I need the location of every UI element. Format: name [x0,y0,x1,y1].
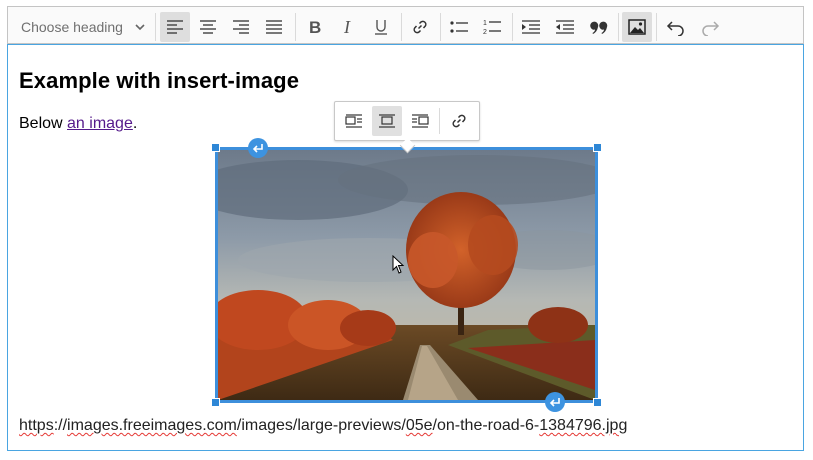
chevron-down-icon [133,20,147,37]
image-inline-center-button[interactable] [372,106,402,136]
paragraph-text: Below [19,115,68,132]
editor-toolbar: Choose heading B I 1 2 [7,6,804,44]
road-autumn-photo [218,150,595,400]
italic-button[interactable]: I [333,12,363,42]
svg-text:B: B [309,18,321,36]
align-center-button[interactable] [193,12,223,42]
link-icon [413,20,427,34]
enter-icon [549,398,560,407]
heading-dropdown-label: Choose heading [21,19,123,35]
image-wrap-right-button[interactable] [405,106,435,136]
underline-icon [375,20,387,35]
url-segment: 05e [405,417,433,434]
mouse-cursor-icon [392,255,405,274]
enter-icon [252,144,263,153]
undo-button[interactable] [661,12,691,42]
bold-button[interactable]: B [299,12,329,42]
wrap-left-icon [345,114,362,128]
resize-handle-top-left[interactable] [211,143,220,152]
align-left-icon [167,20,183,34]
svg-text:1: 1 [483,20,487,27]
paragraph-suffix: . [132,115,138,132]
underline-button[interactable] [366,12,396,42]
align-center-icon [200,20,216,34]
quote-icon [590,21,608,34]
redo-button[interactable] [695,12,725,42]
selected-image[interactable] [215,147,598,403]
image-center-icon [379,114,395,128]
toolbar-separator [512,13,513,41]
editor-content[interactable]: Example with insert-image Below an image… [7,44,804,451]
insert-paragraph-after-button[interactable] [545,392,565,412]
rich-text-editor: Choose heading B I 1 2 Example with inse… [7,6,804,451]
url-segment: images.freeimages.com [67,417,237,434]
toolbar-separator [618,13,619,41]
indent-button[interactable] [550,12,580,42]
align-justify-icon [266,20,282,34]
toolbar-separator [155,13,156,41]
outdent-icon [522,20,540,34]
image-link[interactable]: an image [67,115,133,132]
link-icon [452,114,466,128]
document-heading[interactable]: Example with insert-image [19,68,299,94]
numbered-list-button[interactable]: 12 [477,12,507,42]
italic-icon: I [343,18,351,36]
blockquote-button[interactable] [584,12,614,42]
resize-handle-bottom-right[interactable] [593,398,602,407]
image-wrap-left-button[interactable] [339,106,369,136]
link-button[interactable] [405,12,435,42]
image-toolbar [334,101,480,154]
image-icon [628,19,646,35]
toolbar-separator [295,13,296,41]
bold-icon: B [309,18,321,36]
toolbar-separator [439,108,440,134]
bulleted-list-icon [450,21,468,33]
redo-icon [702,21,720,36]
resize-handle-bottom-left[interactable] [211,398,220,407]
svg-text:I: I [343,18,351,36]
url-segment: :// [53,417,68,434]
resize-handle-top-right[interactable] [593,143,602,152]
align-left-button[interactable] [160,12,190,42]
toolbar-separator [440,13,441,41]
url-segment: https [19,417,54,434]
toolbar-separator [401,13,402,41]
indent-icon [556,20,574,34]
toolbar-separator [656,13,657,41]
align-right-icon [233,20,249,34]
numbered-list-icon: 12 [483,20,501,36]
insert-paragraph-before-button[interactable] [248,138,268,158]
image-url-text[interactable]: https://images.freeimages.com/images/lar… [19,417,627,435]
url-segment: 1384796.jpg [539,417,628,434]
wrap-right-icon [412,114,429,128]
outdent-button[interactable] [516,12,546,42]
insert-image-button[interactable] [622,12,652,42]
align-justify-button[interactable] [259,12,289,42]
url-segment: /on-the-road-6- [432,417,540,434]
heading-dropdown[interactable]: Choose heading [13,12,151,42]
svg-text:2: 2 [483,29,487,36]
align-right-button[interactable] [226,12,256,42]
paragraph[interactable]: Below an image. [19,115,137,133]
image-link-button[interactable] [444,106,474,136]
bulleted-list-button[interactable] [444,12,474,42]
undo-icon [666,21,684,36]
url-segment: /images/large-previews/ [236,417,406,434]
